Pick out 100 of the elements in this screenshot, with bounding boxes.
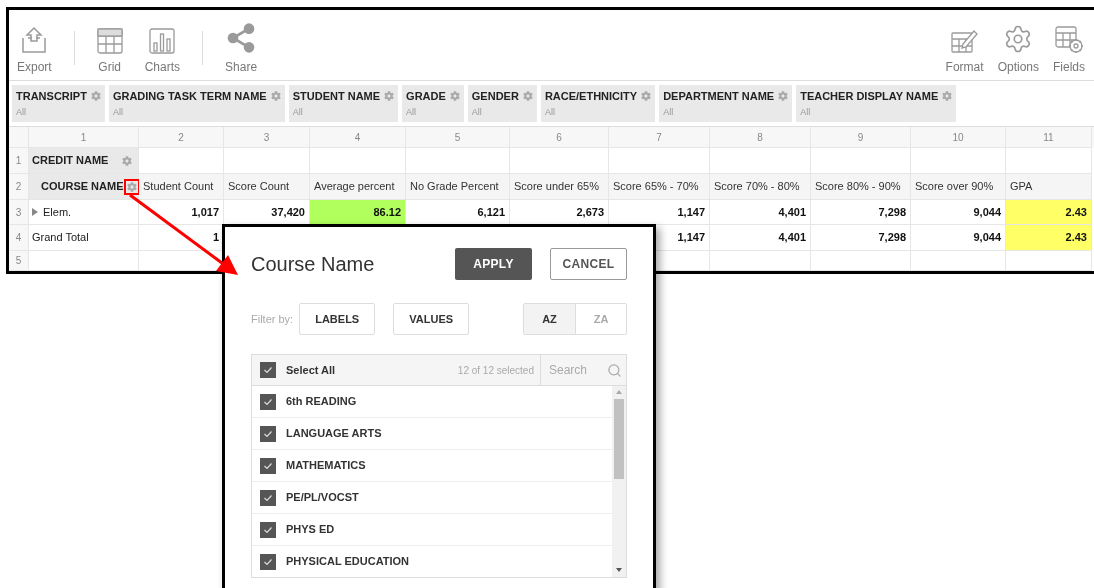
checkmark-icon [263, 524, 273, 535]
table-cell: 4,401 [710, 225, 811, 251]
filter-mode-button[interactable]: VALUES [393, 303, 470, 335]
table-cell: 2.43 [1006, 200, 1092, 225]
checkmark-icon [263, 365, 273, 375]
column-number: 6 [510, 127, 609, 148]
column-number: 9 [811, 127, 911, 148]
column-header: Score Count [224, 174, 310, 200]
gear-icon[interactable] [384, 91, 395, 102]
filter-value: All [406, 105, 418, 119]
field-label: COURSE NAME [41, 179, 124, 195]
column-header: Student Count [139, 174, 224, 200]
filter-value: All [663, 105, 675, 119]
search-icon [607, 362, 622, 378]
search-field[interactable]: Search [549, 361, 603, 379]
gear-icon[interactable] [641, 91, 652, 102]
column-number: 10 [911, 127, 1006, 148]
filter-mode-button[interactable]: LABELS [299, 303, 376, 335]
gear-icon[interactable] [522, 91, 533, 102]
filter-value: All [544, 105, 556, 119]
column-header: Average percent [310, 174, 406, 200]
filter-by-label: Filter by: [251, 311, 294, 327]
toolbar-button[interactable]: Charts [140, 20, 185, 76]
column-header: Score 80% - 90% [811, 174, 911, 200]
checkmark-icon [263, 492, 273, 503]
list-item[interactable]: PHYS ED [252, 514, 612, 546]
column-number: 4 [310, 127, 406, 148]
checkbox[interactable] [260, 393, 276, 410]
table-cell: 7,298 [811, 200, 911, 225]
gear-icon[interactable] [270, 91, 281, 102]
filter-value: All [16, 105, 27, 119]
scrollbar[interactable] [612, 386, 626, 577]
sort-toggle[interactable]: AZ [524, 304, 575, 334]
filter-chip[interactable]: TRANSCRIPT All [12, 85, 105, 122]
row-label: Grand Total [32, 230, 89, 246]
cancel-button[interactable]: CANCEL [550, 247, 627, 280]
table-cell: 1,017 [139, 200, 224, 225]
export-icon [21, 26, 48, 54]
row-number: 3 [9, 200, 29, 225]
row-number: 4 [9, 225, 29, 251]
apply-button[interactable]: APPLY [455, 247, 532, 280]
gear-icon[interactable] [449, 91, 460, 102]
column-header: Score 65% - 70% [609, 174, 710, 200]
gear-icon[interactable] [90, 91, 101, 102]
select-all-label: Select All [286, 362, 337, 378]
table-gear-icon [1055, 26, 1083, 54]
toolbar-button[interactable]: Export [13, 20, 56, 76]
table-cell: 7,298 [811, 225, 911, 251]
column-header: Score under 65% [510, 174, 609, 200]
checkbox[interactable] [260, 457, 276, 474]
scroll-down-icon[interactable] [616, 568, 622, 573]
list-item[interactable]: PE/PL/VOCST [252, 482, 612, 514]
selection-count: 12 of 12 selected [457, 363, 535, 378]
dialog-title: Course Name [251, 251, 376, 277]
filter-chip[interactable]: RACE/ETHNICITY All [540, 85, 656, 122]
column-number: 8 [710, 127, 811, 148]
grid-icon [96, 28, 123, 54]
checkbox[interactable] [260, 553, 276, 570]
gear-icon[interactable] [778, 91, 789, 102]
column-header: Score over 90% [911, 174, 1006, 200]
filter-value: All [292, 105, 304, 119]
toolbar-button[interactable]: Fields [1049, 20, 1089, 76]
column-header: Score 70% - 80% [710, 174, 811, 200]
filter-chip[interactable]: DEPARTMENT NAME All [659, 85, 793, 122]
toolbar-button[interactable]: Format [941, 20, 988, 76]
column-number: 11 [1006, 127, 1092, 148]
toolbar-button[interactable]: Grid [92, 20, 127, 76]
table-cell: 2.43 [1006, 225, 1092, 251]
checkbox[interactable] [260, 489, 276, 506]
filter-chip[interactable]: GRADE All [402, 85, 464, 122]
list-item[interactable]: 6th READING [252, 386, 612, 418]
scroll-up-icon[interactable] [616, 390, 622, 395]
list-item[interactable]: MATHEMATICS [252, 450, 612, 482]
checkmark-icon [263, 556, 273, 567]
column-number: 5 [406, 127, 510, 148]
gear-icon[interactable] [122, 155, 132, 166]
field-label: CREDIT NAME [32, 153, 110, 169]
checkmark-icon [263, 428, 273, 439]
column-header: GPA [1006, 174, 1092, 200]
gear-icon[interactable] [942, 91, 953, 102]
checkbox[interactable] [260, 425, 276, 442]
filter-chip[interactable]: STUDENT NAME All [288, 85, 399, 122]
filter-chip[interactable]: TEACHER DISPLAY NAME All [796, 85, 957, 122]
list-item[interactable]: LANGUAGE ARTS [252, 418, 612, 450]
toolbar-button[interactable]: Share [221, 20, 262, 76]
expand-icon[interactable] [32, 208, 39, 216]
row-number: 5 [9, 251, 29, 271]
checkbox[interactable] [260, 362, 276, 378]
filter-value: All [471, 105, 483, 119]
column-number: 2 [139, 127, 224, 148]
table-cell: 4,401 [710, 200, 811, 225]
filter-chip[interactable]: GENDER All [467, 85, 537, 122]
filter-chip[interactable]: GRADING TASK TERM NAME All [108, 85, 285, 122]
checkmark-icon [263, 460, 273, 471]
column-header: No Grade Percent [406, 174, 510, 200]
row-number: 1 [9, 148, 29, 174]
checkbox[interactable] [260, 521, 276, 538]
toolbar-button[interactable]: Options [993, 20, 1043, 76]
column-number: 3 [224, 127, 310, 148]
bar-chart-icon [149, 28, 176, 54]
